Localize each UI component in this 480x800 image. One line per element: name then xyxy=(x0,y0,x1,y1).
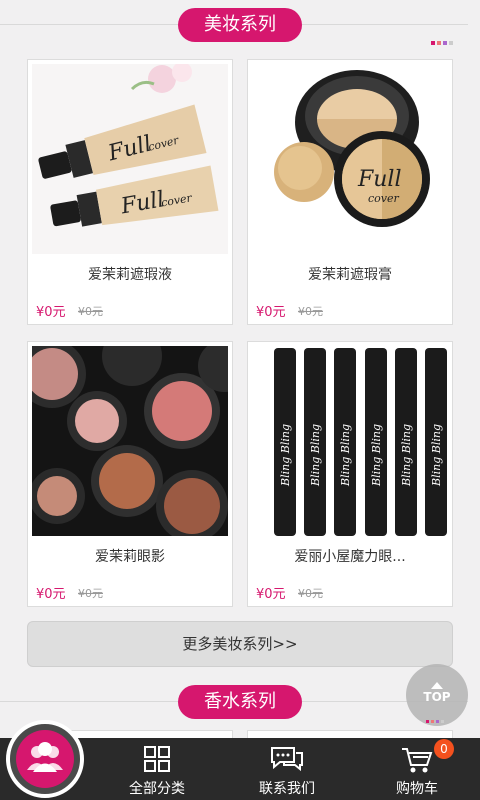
user-group-icon xyxy=(27,742,63,772)
section-header-makeup: 美妆系列 xyxy=(0,4,480,45)
svg-text:Bling Bling: Bling Bling xyxy=(339,424,352,487)
product-card[interactable]: Full cover Full cover 爱茉莉遮瑕液 ¥0元 ¥0元 xyxy=(27,59,233,325)
product-card[interactable]: Bling Bling Bling Bling Bling Bling Blin… xyxy=(247,341,453,607)
tab-label: 联系我们 xyxy=(259,781,315,797)
section-title: 香水系列 xyxy=(178,685,302,719)
arrow-up-icon xyxy=(431,682,443,689)
member-center-button[interactable] xyxy=(6,720,84,798)
cart-count-badge: 0 xyxy=(434,739,454,759)
product-card[interactable]: Full cover 爱茉莉遮瑕膏 ¥0元 ¥0元 xyxy=(247,59,453,325)
product-name[interactable]: 爱丽小屋魔力眼... xyxy=(248,546,452,566)
tab-all-categories[interactable]: 全部分类 xyxy=(92,738,222,800)
tab-label: 全部分类 xyxy=(129,781,185,797)
product-price: ¥0元 xyxy=(256,587,286,602)
divider xyxy=(302,24,468,25)
svg-text:Bling Bling: Bling Bling xyxy=(309,424,322,487)
tab-cart[interactable]: 购物车 xyxy=(352,738,480,800)
chat-icon xyxy=(271,747,303,772)
product-image[interactable] xyxy=(32,346,228,536)
product-price: ¥0元 xyxy=(36,305,66,320)
dots-decoration xyxy=(426,708,446,727)
product-price: ¥0元 xyxy=(256,305,286,320)
divider xyxy=(0,24,178,25)
product-old-price: ¥0元 xyxy=(78,305,103,318)
product-old-price: ¥0元 xyxy=(298,305,323,318)
divider xyxy=(0,701,178,702)
product-name[interactable]: 爱茉莉遮瑕液 xyxy=(28,264,232,284)
avatar xyxy=(16,730,74,788)
page-indicator-dots xyxy=(431,30,455,45)
section-title: 美妆系列 xyxy=(178,8,302,42)
product-image[interactable]: Full cover Full cover xyxy=(32,64,228,254)
product-image[interactable]: Full cover xyxy=(252,64,448,254)
product-price: ¥0元 xyxy=(36,587,66,602)
more-makeup-button[interactable]: 更多美妆系列>> xyxy=(27,621,453,667)
grid-icon xyxy=(144,746,170,772)
svg-text:Bling Bling: Bling Bling xyxy=(279,424,292,487)
product-image[interactable]: Bling Bling Bling Bling Bling Bling Blin… xyxy=(252,346,448,536)
product-old-price: ¥0元 xyxy=(298,587,323,600)
tab-contact-us[interactable]: 联系我们 xyxy=(222,738,352,800)
svg-text:Full: Full xyxy=(357,167,402,192)
top-label: TOP xyxy=(423,690,451,704)
product-card[interactable]: 爱茉莉眼影 ¥0元 ¥0元 xyxy=(27,341,233,607)
product-name[interactable]: 爱茉莉眼影 xyxy=(28,546,232,566)
svg-text:cover: cover xyxy=(368,192,400,205)
svg-text:Bling Bling: Bling Bling xyxy=(430,424,443,487)
back-to-top-button[interactable]: TOP xyxy=(406,664,468,726)
svg-text:Bling Bling: Bling Bling xyxy=(400,424,413,487)
cart-icon xyxy=(402,748,433,773)
svg-text:Bling Bling: Bling Bling xyxy=(370,424,383,487)
tab-label: 购物车 xyxy=(396,781,438,797)
product-old-price: ¥0元 xyxy=(78,587,103,600)
product-name[interactable]: 爱茉莉遮瑕膏 xyxy=(248,264,452,284)
